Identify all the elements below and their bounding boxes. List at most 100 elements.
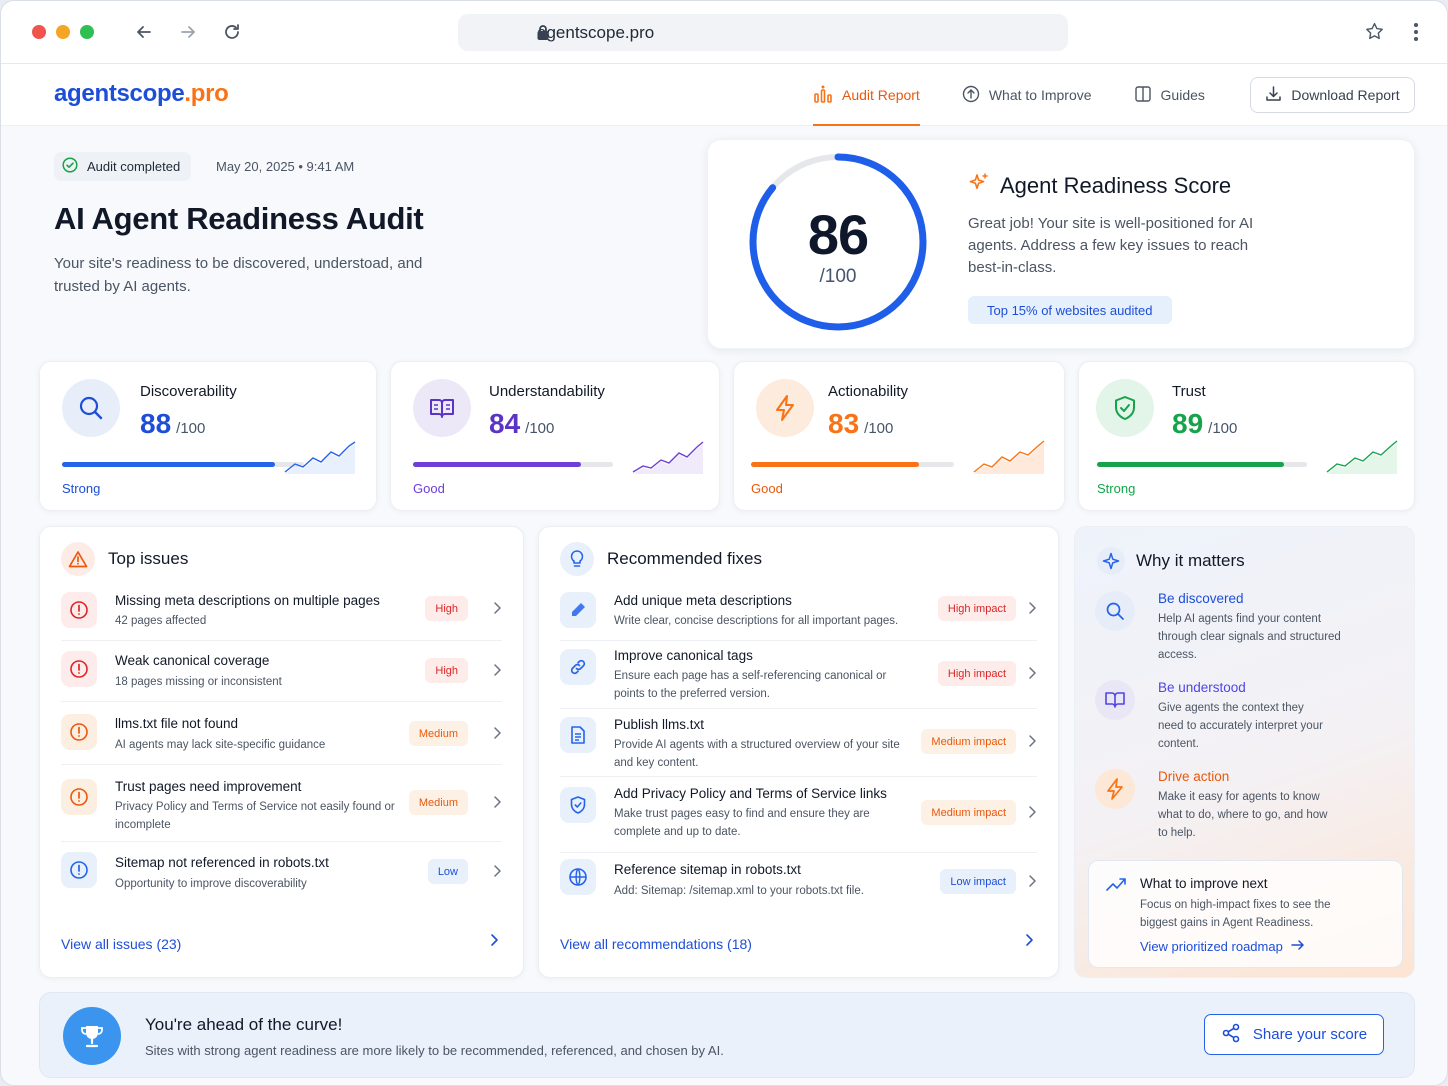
issue-row[interactable]: Sitemap not referenced in robots.txt Opp… xyxy=(61,842,502,902)
tab-label: What to Improve xyxy=(988,87,1092,103)
forward-arrow-icon[interactable] xyxy=(178,22,198,42)
arrow-up-circle-icon xyxy=(962,85,980,106)
metric-number: 88 xyxy=(140,408,172,439)
lightbulb-icon xyxy=(560,542,594,576)
metric-level: Good xyxy=(413,481,445,496)
issue-desc: AI agents may lack site-specific guidanc… xyxy=(115,739,326,751)
impact-badge: High impact xyxy=(937,596,1016,621)
severity-badge: Medium xyxy=(408,721,468,746)
browser-toolbar: agentscope.pro xyxy=(1,1,1447,64)
fix-desc: Provide AI agents with a structured over… xyxy=(614,739,900,769)
chevron-right-icon[interactable] xyxy=(492,795,502,814)
address-bar[interactable]: agentscope.pro xyxy=(458,14,1068,51)
chevron-right-icon[interactable] xyxy=(1027,805,1037,824)
metric-value: 88/100 xyxy=(140,408,205,440)
metric-card-understandability: Understandability 84/100 Good xyxy=(390,361,720,511)
close-window-button[interactable] xyxy=(32,25,46,39)
document-icon xyxy=(560,717,596,753)
share-label: Share your score xyxy=(1252,1026,1368,1043)
reload-icon[interactable] xyxy=(222,22,242,42)
readiness-score-card: 86 /100 Agent Readiness Score Great job!… xyxy=(707,139,1415,349)
minimize-window-button[interactable] xyxy=(56,25,70,39)
roadmap-link[interactable]: View prioritized roadmap xyxy=(1140,939,1305,954)
sparkline xyxy=(284,441,356,474)
download-label: Download Report xyxy=(1291,87,1400,103)
metric-progress-fill xyxy=(62,462,275,467)
sparkle-icon xyxy=(968,172,990,200)
fix-row[interactable]: Improve canonical tags Ensure each page … xyxy=(560,641,1037,709)
maximize-window-button[interactable] xyxy=(80,25,94,39)
check-circle-icon xyxy=(62,157,78,176)
view-all-recommendations-link[interactable]: View all recommendations (18) xyxy=(560,936,752,952)
why-item-title: Drive action xyxy=(1158,769,1230,784)
issue-row[interactable]: Weak canonical coverage 18 pages missing… xyxy=(61,641,502,702)
chevron-right-icon[interactable] xyxy=(492,601,502,620)
sparkline xyxy=(1326,440,1398,474)
metric-value: 83/100 xyxy=(828,408,893,440)
chevron-right-icon[interactable] xyxy=(1027,874,1037,893)
fix-row[interactable]: Add Privacy Policy and Terms of Service … xyxy=(560,777,1037,853)
issue-row[interactable]: Trust pages need improvement Privacy Pol… xyxy=(61,765,502,842)
metric-denominator: /100 xyxy=(864,420,894,437)
metric-progress-fill xyxy=(751,462,920,467)
fix-row[interactable]: Reference sitemap in robots.txt Add: Sit… xyxy=(560,853,1037,911)
chevron-right-icon[interactable] xyxy=(492,864,502,883)
percentile-badge: Top 15% of websites audited xyxy=(968,296,1172,324)
chevron-right-icon[interactable] xyxy=(1024,933,1034,952)
fix-row[interactable]: Add unique meta descriptions Write clear… xyxy=(560,589,1037,641)
top-nav: Audit Report What to Improve Guides xyxy=(813,64,1205,126)
next-steps-desc: Focus on high-impact fixes to see the bi… xyxy=(1140,899,1331,929)
issue-row[interactable]: llms.txt file not found AI agents may la… xyxy=(61,702,502,765)
browser-window: agentscope.pro agentscope.pro Audit Repo… xyxy=(0,0,1448,1086)
issue-desc: 42 pages affected xyxy=(115,615,207,627)
chevron-right-icon[interactable] xyxy=(492,726,502,745)
back-arrow-icon[interactable] xyxy=(134,22,154,42)
sparkle-icon xyxy=(1097,547,1125,575)
why-item-desc: Make it easy for agents to know what to … xyxy=(1158,791,1328,839)
chevron-right-icon[interactable] xyxy=(1027,666,1037,685)
status-badge: Audit completed xyxy=(54,152,192,181)
why-item-title: Be understood xyxy=(1158,680,1246,695)
tab-guides[interactable]: Guides xyxy=(1134,64,1205,126)
open-book-icon xyxy=(413,379,471,437)
status-text: Audit completed xyxy=(87,159,181,174)
fix-row[interactable]: Publish llms.txt Provide AI agents with … xyxy=(560,709,1037,777)
roadmap-link-label: View prioritized roadmap xyxy=(1140,939,1283,954)
metric-card-trust: Trust 89/100 Strong xyxy=(1078,361,1415,511)
share-icon xyxy=(1221,1023,1241,1047)
alert-circle-icon xyxy=(61,714,97,750)
chevron-right-icon[interactable] xyxy=(1027,601,1037,620)
chevron-right-icon[interactable] xyxy=(492,663,502,682)
metric-progress-track xyxy=(62,462,304,467)
severity-badge: High xyxy=(425,658,468,683)
star-icon[interactable] xyxy=(1364,21,1385,47)
metric-name: Discoverability xyxy=(140,383,237,400)
share-score-button[interactable]: Share your score xyxy=(1204,1014,1384,1055)
tab-what-to-improve[interactable]: What to Improve xyxy=(962,64,1092,126)
chevron-right-icon[interactable] xyxy=(489,933,499,952)
issue-title: llms.txt file not found xyxy=(115,716,239,731)
panel-header: Recommended fixes xyxy=(560,542,762,576)
metric-number: 84 xyxy=(489,408,521,439)
panel-title: Why it matters xyxy=(1136,551,1245,570)
tab-audit-report[interactable]: Audit Report xyxy=(813,64,920,126)
score-description: Great job! Your site is well-positioned … xyxy=(968,215,1254,276)
issue-title: Weak canonical coverage xyxy=(115,653,270,668)
impact-badge: Low impact xyxy=(940,869,1016,894)
metric-progress-fill xyxy=(1097,462,1284,467)
why-item-desc: Help AI agents find your content through… xyxy=(1158,613,1341,661)
metric-card-discoverability: Discoverability 88/100 Strong xyxy=(39,361,377,511)
score-denominator: /100 xyxy=(819,266,857,287)
kebab-menu-icon[interactable] xyxy=(1413,22,1419,47)
issue-row[interactable]: Missing meta descriptions on multiple pa… xyxy=(61,589,502,641)
browser-nav xyxy=(134,22,242,42)
view-all-issues-link[interactable]: View all issues (23) xyxy=(61,936,181,952)
logo[interactable]: agentscope.pro xyxy=(54,80,229,108)
open-book-icon xyxy=(1095,680,1135,720)
top-issues-panel: Top issues Missing meta descriptions on … xyxy=(39,526,524,978)
download-report-button[interactable]: Download Report xyxy=(1250,77,1415,113)
chevron-right-icon[interactable] xyxy=(1027,734,1037,753)
url-text: agentscope.pro xyxy=(537,22,655,42)
severity-badge: High xyxy=(425,596,468,621)
shield-icon xyxy=(560,787,596,823)
